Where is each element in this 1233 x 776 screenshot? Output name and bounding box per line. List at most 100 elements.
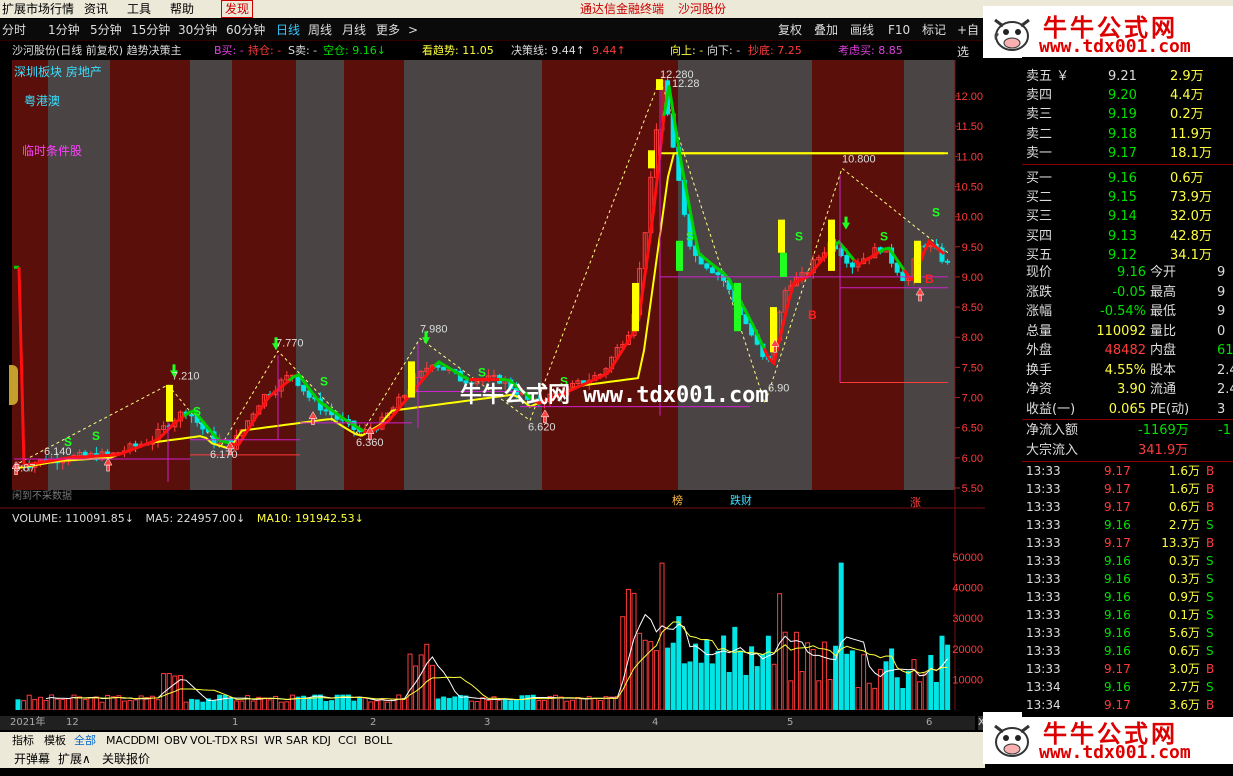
order-book-price: 9.17 bbox=[1108, 145, 1137, 161]
tab-vol-tdx[interactable]: VOL-TDX bbox=[190, 732, 238, 750]
fuquan-button[interactable]: 复权 bbox=[778, 19, 802, 41]
volume-bar bbox=[82, 699, 88, 710]
tab-macd[interactable]: MACD bbox=[106, 732, 139, 750]
draw-button[interactable]: 画线 bbox=[850, 19, 874, 41]
volume-bar bbox=[155, 699, 161, 710]
menu-help[interactable]: 帮助 bbox=[170, 0, 194, 18]
ma10-value: MA10: 191942.53↓ bbox=[256, 512, 364, 525]
volume-bar bbox=[228, 697, 234, 710]
date-label: 6 bbox=[926, 717, 933, 728]
period-more[interactable]: 更多 bbox=[376, 19, 400, 41]
danmu-button[interactable]: 开弹幕 bbox=[14, 750, 50, 768]
period-expand[interactable]: > bbox=[408, 19, 418, 41]
order-book-row[interactable]: 买二 9.15 73.9万 bbox=[1022, 188, 1233, 207]
volume-bar bbox=[413, 665, 419, 710]
order-book-row[interactable]: 卖二 9.18 11.9万 bbox=[1022, 125, 1233, 144]
tick-volume: 0.3万 bbox=[1168, 572, 1200, 586]
mark-button[interactable]: 标记 bbox=[922, 19, 946, 41]
stat-value: -0.54% bbox=[1100, 304, 1146, 319]
flow-row: 大宗流入 341.9万 bbox=[1022, 441, 1233, 460]
order-book-row[interactable]: 买一 9.16 0.6万 bbox=[1022, 169, 1233, 188]
order-book-row[interactable]: 卖四 9.20 4.4万 bbox=[1022, 86, 1233, 105]
candle-body bbox=[105, 451, 111, 455]
period-15min[interactable]: 15分钟 bbox=[131, 19, 170, 41]
volume-bar bbox=[536, 699, 542, 710]
volume-bar bbox=[189, 698, 195, 710]
tab-boll[interactable]: BOLL bbox=[364, 732, 392, 750]
volume-tick-label: 30000 bbox=[952, 613, 983, 625]
period-week[interactable]: 周线 bbox=[308, 19, 332, 41]
menu-expand-market[interactable]: 扩展市场行情 bbox=[2, 0, 74, 18]
period-1min[interactable]: 1分钟 bbox=[48, 19, 80, 41]
price-tick-label: 9.00 bbox=[962, 272, 983, 284]
order-book-volume: 32.0万 bbox=[1170, 209, 1212, 225]
hold-signal: 持仓: - bbox=[248, 44, 282, 57]
order-book-row[interactable]: 买五 9.12 34.1万 bbox=[1022, 246, 1233, 265]
tick-direction: S bbox=[1206, 608, 1214, 622]
stat-label: 总量 bbox=[1026, 323, 1053, 339]
tab-wr[interactable]: WR bbox=[264, 732, 283, 750]
tick-direction: S bbox=[1206, 518, 1214, 532]
f10-button[interactable]: F10 bbox=[888, 19, 910, 41]
stat-row: 涨幅 -0.54% 最低 9 bbox=[1022, 302, 1233, 321]
price-tick-label: 7.50 bbox=[962, 362, 983, 374]
order-book-row[interactable]: 卖五 ￥ 9.21 2.9万 bbox=[1022, 67, 1233, 86]
candle-body bbox=[441, 366, 447, 371]
tab-sar[interactable]: SAR bbox=[286, 732, 308, 750]
volume-bar bbox=[771, 663, 777, 710]
tab-rsi[interactable]: RSI bbox=[240, 732, 258, 750]
volume-value: VOLUME: 110091.85↓ bbox=[12, 512, 134, 525]
menu-tools[interactable]: 工具 bbox=[127, 0, 151, 18]
period-30min[interactable]: 30分钟 bbox=[178, 19, 217, 41]
volume-bar bbox=[93, 696, 99, 710]
volume-bar bbox=[239, 700, 245, 710]
tab-dmi[interactable]: DMI bbox=[138, 732, 159, 750]
price-tick-label: 11.00 bbox=[956, 151, 983, 163]
volume-bar bbox=[373, 700, 379, 710]
order-book-row[interactable]: 卖一 9.17 18.1万 bbox=[1022, 144, 1233, 163]
tick-time: 13:33 bbox=[1026, 482, 1061, 496]
tick-time: 13:33 bbox=[1026, 536, 1061, 550]
price-tick-label: 6.00 bbox=[962, 453, 983, 465]
order-book-row[interactable]: 买四 9.13 42.8万 bbox=[1022, 227, 1233, 246]
tab-kdj[interactable]: KDJ bbox=[312, 732, 331, 750]
volume-bar bbox=[676, 616, 682, 710]
menu-news[interactable]: 资讯 bbox=[84, 0, 108, 18]
volume-bar bbox=[429, 664, 435, 710]
period-fenshi[interactable]: 分时 bbox=[2, 19, 26, 41]
tab-obv[interactable]: OBV bbox=[164, 732, 187, 750]
order-book-label: 买五 bbox=[1026, 247, 1053, 263]
expand-button[interactable]: 扩展∧ bbox=[58, 750, 91, 768]
tab-indicator[interactable]: 指标 bbox=[12, 732, 34, 750]
candle-body bbox=[900, 271, 906, 282]
related-quote-button[interactable]: 关联报价 bbox=[102, 750, 150, 768]
volume-bar bbox=[194, 699, 200, 710]
volume-bar bbox=[620, 616, 626, 710]
price-tick-label: 5.50 bbox=[962, 483, 983, 495]
menu-discover[interactable]: 发现 bbox=[221, 0, 254, 18]
volume-bar bbox=[469, 700, 475, 710]
tab-template[interactable]: 模板 bbox=[44, 732, 66, 750]
period-day[interactable]: 日线 bbox=[276, 19, 300, 41]
divider bbox=[1022, 419, 1233, 420]
price-extreme-label: 6.90 bbox=[768, 383, 789, 395]
tab-all[interactable]: 全部 bbox=[74, 732, 96, 750]
tick-price: 9.16 bbox=[1104, 554, 1131, 568]
left-collapse-handle[interactable] bbox=[9, 365, 18, 405]
overlay-button[interactable]: 叠加 bbox=[814, 19, 838, 41]
volume-bar bbox=[838, 562, 844, 710]
tick-direction: S bbox=[1206, 572, 1214, 586]
sell-signal-mark: S bbox=[320, 374, 328, 388]
volume-bar bbox=[844, 653, 850, 710]
period-month[interactable]: 月线 bbox=[342, 19, 366, 41]
stat-label: 最高 bbox=[1150, 284, 1177, 300]
sell-signal-mark: S bbox=[92, 429, 100, 443]
volume-bar bbox=[721, 635, 727, 710]
consider-value: 考虑买: 8.85 bbox=[838, 44, 903, 57]
order-book-row[interactable]: 买三 9.14 32.0万 bbox=[1022, 207, 1233, 226]
period-60min[interactable]: 60分钟 bbox=[226, 19, 265, 41]
order-book-row[interactable]: 卖三 9.19 0.2万 bbox=[1022, 105, 1233, 124]
period-5min[interactable]: 5分钟 bbox=[90, 19, 122, 41]
volume-bar bbox=[933, 681, 939, 710]
tab-cci[interactable]: CCI bbox=[338, 732, 357, 750]
